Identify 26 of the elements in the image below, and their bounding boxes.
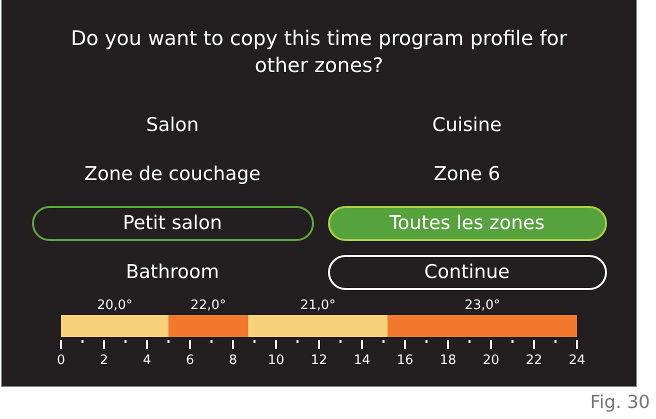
hour-label: 8: [228, 353, 238, 368]
zone-option[interactable]: Salon: [32, 108, 314, 143]
zone-option[interactable]: Zone de couchage: [32, 157, 314, 192]
figure-caption: Fig. 30: [590, 392, 650, 413]
hour-label: 18: [440, 353, 456, 368]
hour-label: 10: [268, 353, 284, 368]
hour-label: 6: [186, 353, 194, 368]
temperature-label: 22,0°: [190, 298, 226, 313]
zone-option[interactable]: Cuisine: [328, 108, 606, 143]
hour-label: 14: [354, 353, 370, 368]
hour-label: 22: [526, 353, 542, 368]
zone-option[interactable]: Petit salon: [32, 206, 314, 241]
hour-label: 12: [310, 353, 328, 368]
hour-label: 20: [482, 353, 500, 368]
hour-label: 16: [396, 353, 414, 368]
zone-option[interactable]: Bathroom: [32, 255, 314, 290]
hour-label: 0: [56, 353, 66, 368]
temperature-label: 21,0°: [300, 298, 336, 313]
zone-option[interactable]: Zone 6: [328, 157, 606, 192]
continue-button[interactable]: Continue: [328, 255, 606, 290]
hour-label: 24: [568, 353, 586, 368]
temperature-label: 23,0°: [464, 298, 500, 313]
hour-label: 2: [100, 353, 108, 368]
hour-label: 4: [142, 353, 152, 368]
temperature-label: 20,0°: [97, 298, 132, 313]
question-text: Do you want to copy this time program profile for other zones?: [70, 25, 568, 79]
